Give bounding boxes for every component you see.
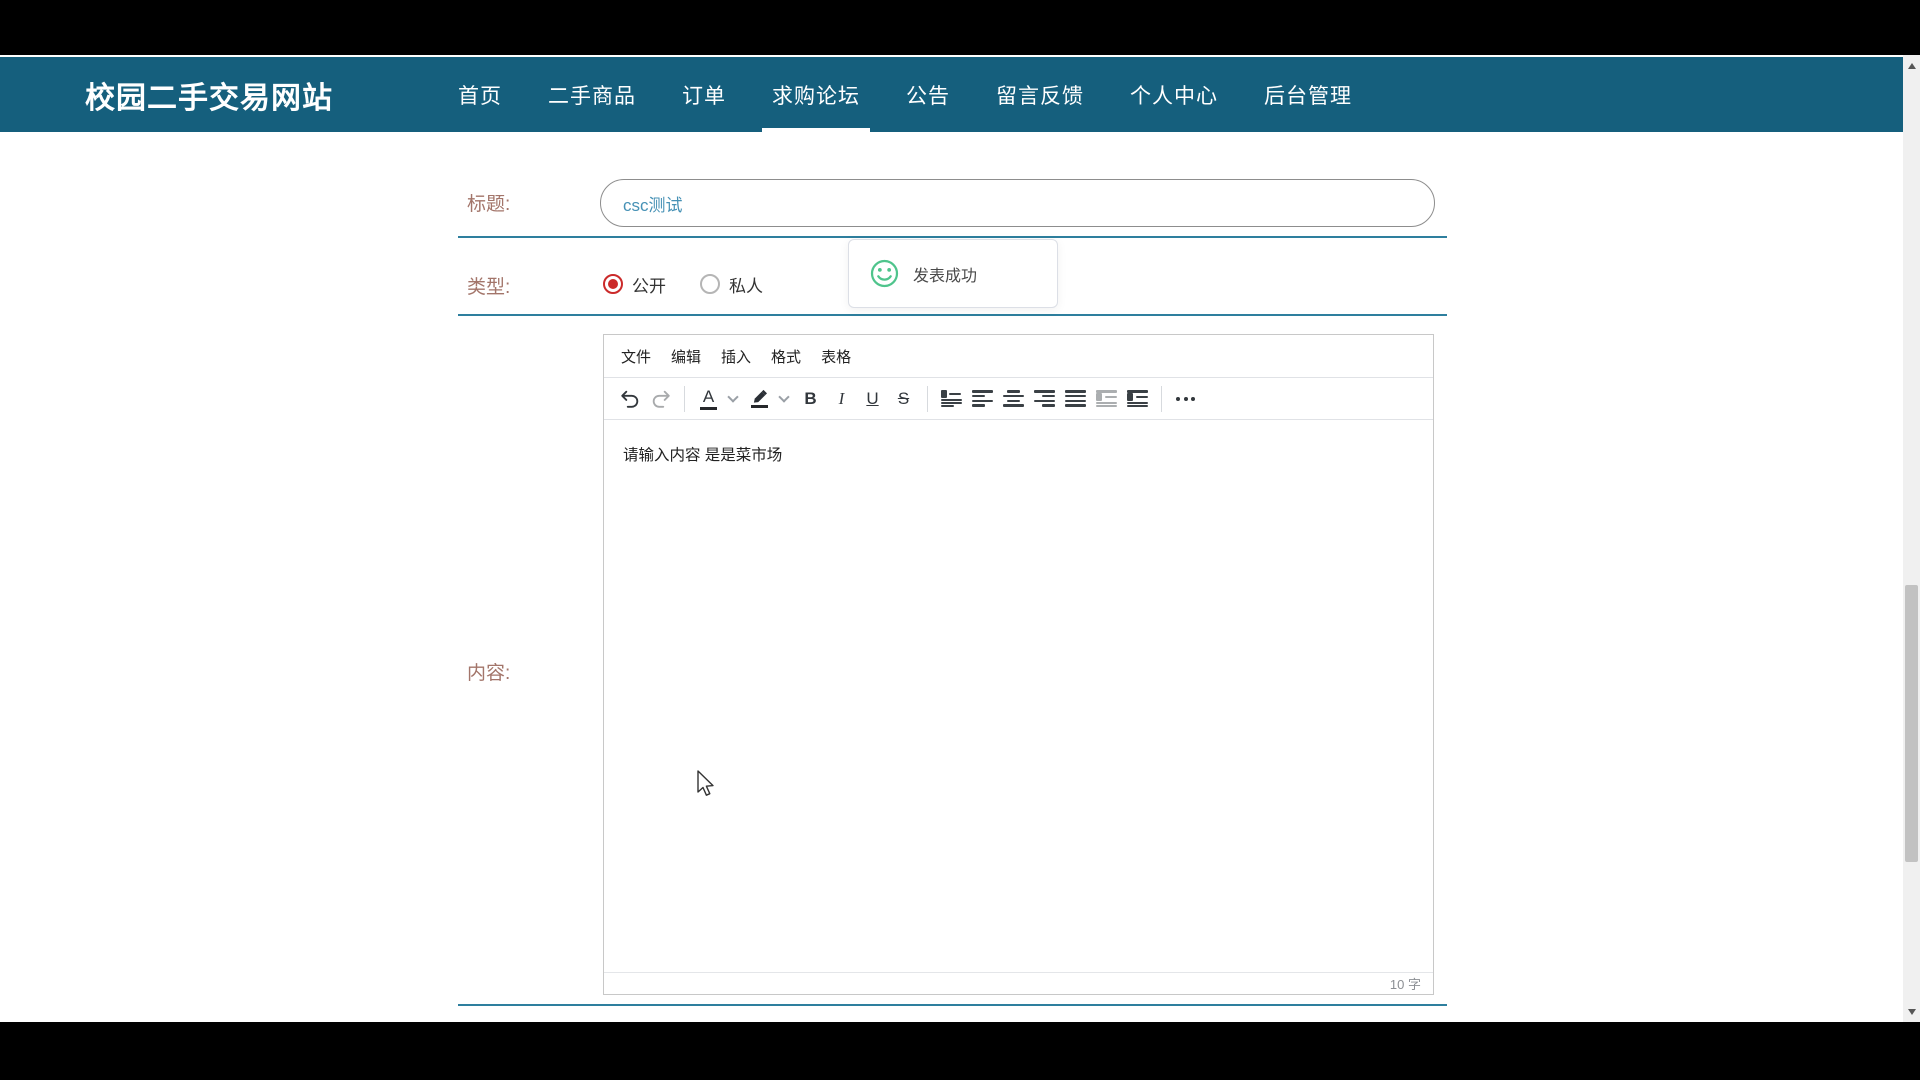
outdent-icon[interactable] — [1093, 385, 1120, 412]
bold-icon[interactable]: B — [797, 385, 824, 412]
radio-option-private[interactable]: 私人 — [700, 272, 763, 297]
menu-insert[interactable]: 插入 — [713, 341, 759, 372]
scroll-up-icon[interactable] — [1903, 57, 1920, 74]
browser-page: 校园二手交易网站 首页 二手商品 订单 求购论坛 公告 留言反馈 个人中心 后台… — [0, 55, 1920, 1022]
vertical-scrollbar[interactable] — [1903, 55, 1920, 1022]
smiley-success-icon — [869, 258, 900, 289]
menu-format[interactable]: 格式 — [763, 341, 809, 372]
top-navbar: 校园二手交易网站 首页 二手商品 订单 求购论坛 公告 留言反馈 个人中心 后台… — [0, 57, 1903, 132]
highlight-color-chevron-down-icon[interactable] — [777, 385, 793, 412]
nav-menu: 首页 二手商品 订单 求购论坛 公告 留言反馈 个人中心 后台管理 — [435, 57, 1375, 132]
success-toast: 发表成功 — [848, 239, 1058, 308]
highlight-color-icon[interactable] — [746, 385, 773, 412]
toolbar-separator — [1161, 386, 1162, 412]
radio-option-public[interactable]: 公开 — [603, 272, 666, 297]
more-toolbar-icon[interactable] — [1172, 385, 1199, 412]
toolbar-separator — [927, 386, 928, 412]
type-radio-group: 公开 私人 — [603, 261, 763, 307]
editor-statusbar: 10 字 — [604, 972, 1433, 994]
content-field-label: 内容: — [467, 658, 510, 685]
menu-table[interactable]: 表格 — [813, 341, 859, 372]
radio-unselected-icon[interactable] — [700, 274, 720, 294]
type-field-label: 类型: — [467, 272, 510, 299]
radio-label[interactable]: 私人 — [729, 272, 763, 297]
radio-label[interactable]: 公开 — [632, 272, 666, 297]
scroll-down-icon[interactable] — [1903, 1003, 1920, 1020]
nav-item-feedback[interactable]: 留言反馈 — [986, 57, 1094, 132]
nav-item-notice[interactable]: 公告 — [896, 57, 960, 132]
nav-item-orders[interactable]: 订单 — [672, 57, 736, 132]
rich-text-editor: 文件 编辑 插入 格式 表格 A — [603, 334, 1434, 995]
nav-item-forum[interactable]: 求购论坛 — [762, 57, 870, 132]
italic-icon[interactable]: I — [828, 385, 855, 412]
menu-file[interactable]: 文件 — [613, 341, 659, 372]
align-left-icon[interactable] — [969, 385, 996, 412]
nav-item-admin[interactable]: 后台管理 — [1254, 57, 1362, 132]
menu-edit[interactable]: 编辑 — [663, 341, 709, 372]
row-divider — [458, 314, 1447, 316]
editor-menubar: 文件 编辑 插入 格式 表格 — [604, 335, 1433, 377]
editor-toolbar: A B I U S — [604, 377, 1433, 420]
nav-item-goods[interactable]: 二手商品 — [538, 57, 646, 132]
screen: 校园二手交易网站 首页 二手商品 订单 求购论坛 公告 留言反馈 个人中心 后台… — [0, 0, 1920, 1080]
align-justify-icon[interactable] — [1062, 385, 1089, 412]
row-divider — [458, 1004, 1447, 1006]
underline-icon[interactable]: U — [859, 385, 886, 412]
undo-icon[interactable] — [616, 385, 643, 412]
title-field-label: 标题: — [467, 189, 510, 216]
redo-icon[interactable] — [647, 385, 674, 412]
align-right-icon[interactable] — [1031, 385, 1058, 412]
row-divider — [458, 236, 1447, 238]
indent-icon[interactable] — [1124, 385, 1151, 412]
line-height-icon[interactable] — [938, 385, 965, 412]
site-brand[interactable]: 校园二手交易网站 — [85, 57, 333, 132]
editor-text[interactable]: 请输入内容 是是菜市场 — [623, 443, 782, 465]
editor-content-area[interactable]: 请输入内容 是是菜市场 — [604, 420, 1433, 951]
nav-item-profile[interactable]: 个人中心 — [1120, 57, 1228, 132]
align-center-icon[interactable] — [1000, 385, 1027, 412]
nav-item-home[interactable]: 首页 — [448, 57, 512, 132]
toolbar-separator — [684, 386, 685, 412]
title-input[interactable] — [600, 179, 1435, 227]
text-color-chevron-down-icon[interactable] — [726, 385, 742, 412]
scrollbar-thumb[interactable] — [1905, 585, 1918, 862]
word-count: 10 字 — [1390, 974, 1421, 993]
toast-message: 发表成功 — [913, 262, 977, 286]
strikethrough-icon[interactable]: S — [890, 385, 917, 412]
radio-selected-icon[interactable] — [603, 274, 623, 294]
text-color-icon[interactable]: A — [695, 385, 722, 412]
